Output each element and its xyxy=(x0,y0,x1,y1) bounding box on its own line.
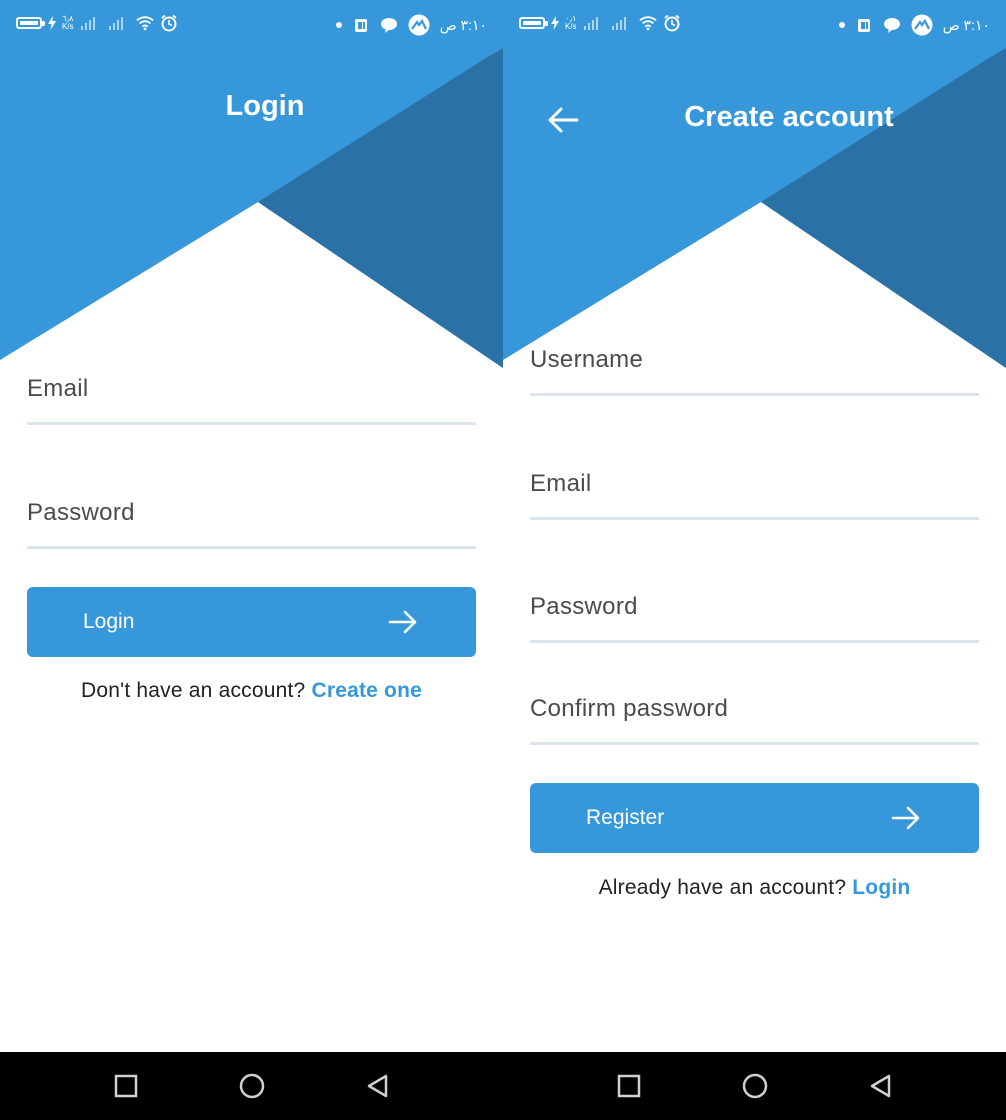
alarm-icon xyxy=(160,14,177,32)
page-title: Create account xyxy=(684,101,894,133)
login-link[interactable]: Login xyxy=(852,876,910,899)
battery-icon xyxy=(519,17,548,29)
password-field-underline xyxy=(530,640,979,643)
login-button-label: Login xyxy=(83,610,135,633)
password-field[interactable]: Password xyxy=(530,583,979,643)
network-speed-unit: K/s xyxy=(62,22,74,31)
page-title: Login xyxy=(225,90,305,122)
username-field[interactable]: Username xyxy=(530,336,979,396)
charging-icon xyxy=(551,16,559,30)
wifi-icon xyxy=(135,16,154,31)
register-screen: ٠٫١ K/s ٣:١٠ ص Create account Username E… xyxy=(503,0,1006,1052)
login-screen: ٦٫٨ K/s ٣:١٠ ص Login Email Password Logi… xyxy=(0,0,503,1052)
app-notification-icon xyxy=(354,19,367,32)
arrow-right-icon xyxy=(388,610,417,634)
password-field[interactable]: Password xyxy=(27,489,476,549)
create-account-link[interactable]: Create one xyxy=(311,679,422,702)
app-stage: ٦٫٨ K/s ٣:١٠ ص Login Email Password Logi… xyxy=(0,0,1006,1120)
notification-dot-icon xyxy=(838,22,845,28)
network-speed-unit: K/s xyxy=(565,22,577,31)
password-input[interactable] xyxy=(27,489,476,549)
alarm-icon xyxy=(663,14,680,32)
status-right-icons: ٣:١٠ ص xyxy=(838,14,990,36)
recent-apps-square-icon[interactable] xyxy=(112,1072,140,1100)
wifi-icon xyxy=(638,16,657,31)
network-speed: ٦٫٨ K/s xyxy=(62,15,74,31)
email-field[interactable]: Email xyxy=(27,365,476,425)
charging-icon xyxy=(48,16,56,30)
signal-icon xyxy=(80,17,95,30)
signal-icon-2 xyxy=(108,17,123,30)
arrow-left-icon xyxy=(548,107,579,133)
home-circle-icon[interactable] xyxy=(741,1072,769,1100)
mountain-app-icon xyxy=(408,14,430,36)
notification-dot-icon xyxy=(335,22,342,28)
email-input[interactable] xyxy=(530,460,979,520)
email-input[interactable] xyxy=(27,365,476,425)
login-button[interactable]: Login xyxy=(27,587,476,657)
status-clock: ٣:١٠ ص xyxy=(439,16,487,33)
network-speed: ٠٫١ K/s xyxy=(565,15,577,31)
email-field[interactable]: Email xyxy=(530,460,979,520)
signal-icon xyxy=(583,17,598,30)
header-background xyxy=(503,0,1006,368)
recent-apps-square-icon[interactable] xyxy=(615,1072,643,1100)
email-field-underline xyxy=(27,422,476,425)
signup-prompt-text: Don't have an account? xyxy=(81,679,306,702)
password-field-underline xyxy=(27,546,476,549)
chat-bubble-icon xyxy=(380,18,397,33)
confirm-password-input[interactable] xyxy=(530,685,979,745)
status-right-icons: ٣:١٠ ص xyxy=(335,14,487,36)
app-notification-icon xyxy=(857,19,870,32)
login-prompt-text: Already have an account? xyxy=(598,876,847,899)
back-triangle-icon[interactable] xyxy=(867,1072,895,1100)
status-clock: ٣:١٠ ص xyxy=(942,16,990,33)
register-button[interactable]: Register xyxy=(530,783,979,853)
email-field-underline xyxy=(530,517,979,520)
signal-icon-2 xyxy=(611,17,626,30)
mountain-app-icon xyxy=(911,14,933,36)
status-left-icons: ٦٫٨ K/s xyxy=(16,14,178,32)
back-triangle-icon[interactable] xyxy=(364,1072,392,1100)
chat-bubble-icon xyxy=(883,18,900,33)
confirm-password-field-underline xyxy=(530,742,979,745)
arrow-right-icon xyxy=(891,806,920,830)
back-button[interactable] xyxy=(543,100,583,140)
battery-icon xyxy=(16,17,45,29)
username-field-underline xyxy=(530,393,979,396)
system-navigation-bar xyxy=(0,1052,1006,1120)
login-prompt: Already have an account? Login xyxy=(503,876,1006,900)
status-bar: ٠٫١ K/s ٣:١٠ ص xyxy=(503,0,1006,50)
signup-prompt: Don't have an account? Create one xyxy=(0,679,503,703)
header-background xyxy=(0,0,503,368)
status-bar: ٦٫٨ K/s ٣:١٠ ص xyxy=(0,0,503,50)
confirm-password-field[interactable]: Confirm password xyxy=(530,685,979,745)
status-left-icons: ٠٫١ K/s xyxy=(519,14,681,32)
username-input[interactable] xyxy=(530,336,979,396)
home-circle-icon[interactable] xyxy=(238,1072,266,1100)
password-input[interactable] xyxy=(530,583,979,643)
register-button-label: Register xyxy=(586,806,665,829)
